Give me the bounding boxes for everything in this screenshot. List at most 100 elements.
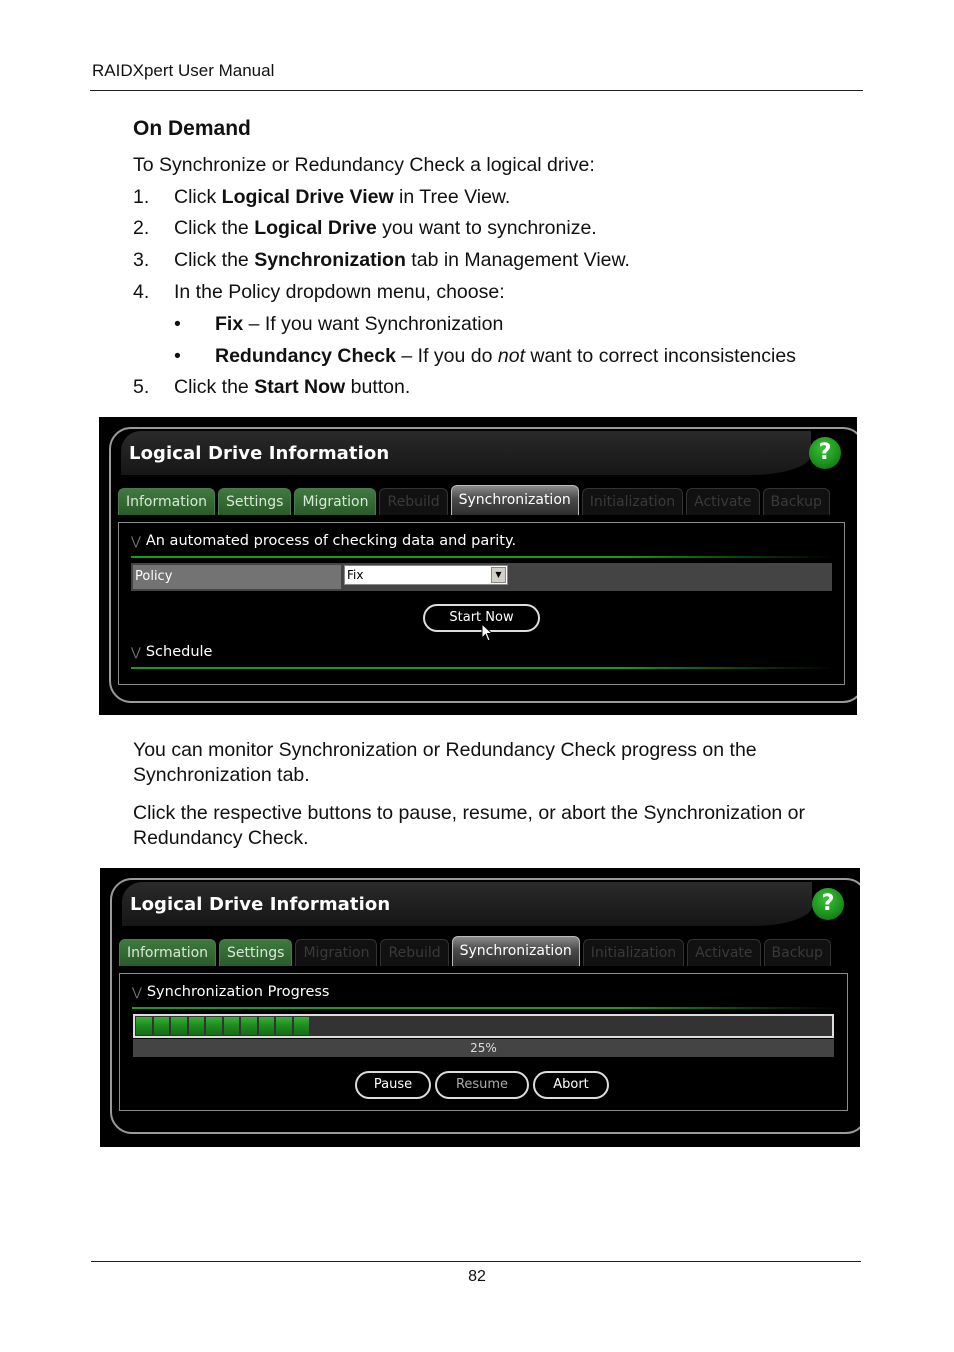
tab-settings[interactable]: Settings (219, 939, 293, 966)
progress-bar (133, 1014, 834, 1038)
logical-drive-panel: Logical Drive Information ? Information … (109, 427, 857, 703)
footer-divider (91, 1261, 861, 1262)
step-text-bold: Start Now (254, 376, 346, 398)
panel-title: Logical Drive Information (129, 443, 390, 464)
progress-segment (171, 1017, 187, 1035)
chevron-down-icon: ⋁ (131, 534, 141, 548)
mouse-cursor-icon (481, 623, 494, 642)
policy-dropdown[interactable]: Fix ▼ (344, 565, 508, 585)
section-header-progress[interactable]: ⋁ Synchronization Progress (132, 984, 329, 1000)
tab-activate: Activate (686, 488, 760, 515)
tab-backup: Backup (763, 939, 831, 966)
progress-segment (276, 1017, 292, 1035)
bullet-text: Redundancy Check – If you do not want to… (215, 345, 796, 368)
step-text-post: in Tree View. (393, 186, 511, 208)
step-text-bold: Logical Drive View (221, 186, 394, 208)
tab-rebuild: Rebuild (380, 939, 449, 966)
tab-information[interactable]: Information (118, 488, 216, 515)
intro-text: To Synchronize or Redundancy Check a log… (133, 154, 595, 176)
step-text-bold: Synchronization (254, 249, 406, 271)
tab-bar: Information Settings Migration Rebuild S… (118, 485, 830, 515)
sync-progress-content: ⋁ Synchronization Progress 25% Pause Resu… (119, 973, 848, 1111)
tab-settings[interactable]: Settings (218, 488, 292, 515)
progress-segment (223, 1017, 239, 1035)
progress-segment (153, 1017, 169, 1035)
step-text-post: button. (345, 376, 411, 398)
tab-bar: Information Settings Migration Rebuild S… (119, 936, 831, 966)
help-icon[interactable]: ? (812, 888, 844, 920)
progress-segment (206, 1017, 222, 1035)
tab-synchronization[interactable]: Synchronization (450, 485, 579, 515)
step-text: In the Policy dropdown menu, choose: (174, 281, 505, 303)
bullet-text: Fix – If you want Synchronization (215, 313, 503, 336)
progress-segment (136, 1017, 152, 1035)
abort-button[interactable]: Abort (533, 1071, 609, 1099)
page-number: 82 (468, 1268, 486, 1285)
section-header-text: Synchronization Progress (146, 984, 330, 1000)
pause-button[interactable]: Pause (355, 1071, 431, 1099)
step-text: Click Logical Drive View in Tree View. (174, 186, 510, 209)
step-text-pre: Click the (174, 217, 255, 239)
step-text: Click the Logical Drive you want to sync… (174, 217, 597, 240)
step-number: 2. (133, 217, 150, 239)
tab-synchronization[interactable]: Synchronization (451, 936, 580, 966)
progress-percent-label: 25% (133, 1039, 834, 1057)
tab-migration[interactable]: Migration (294, 488, 377, 515)
section-divider (131, 556, 832, 558)
step-text: Click the Start Now button. (174, 376, 410, 399)
chevron-down-icon: ⋁ (131, 645, 141, 659)
bullet-text-post: want to correct inconsistencies (524, 345, 796, 367)
section-divider (132, 1007, 835, 1009)
section-header-text: An automated process of checking data an… (145, 533, 517, 549)
tab-initialization: Initialization (582, 939, 685, 966)
progress-fill (136, 1017, 309, 1035)
section-divider (131, 667, 832, 669)
panel-title: Logical Drive Information (130, 894, 391, 915)
section-header-schedule[interactable]: ⋁ Schedule (131, 644, 212, 660)
paragraph-controls: Click the respective buttons to pause, r… (133, 802, 806, 849)
progress-segment (188, 1017, 204, 1035)
screenshot-sync-progress: Logical Drive Information ? Information … (100, 868, 860, 1147)
bullet-symbol: • (174, 313, 181, 335)
tab-activate: Activate (687, 939, 761, 966)
step-text-pre: Click the (174, 249, 255, 271)
resume-button[interactable]: Resume (435, 1071, 529, 1099)
step-number: 4. (133, 281, 150, 303)
bullet-text-pre: – If you want Synchronization (243, 313, 504, 335)
sync-content: ⋁ An automated process of checking data a… (118, 522, 845, 685)
dropdown-arrow-icon[interactable]: ▼ (491, 567, 506, 583)
help-icon[interactable]: ? (809, 437, 841, 469)
policy-label: Policy (133, 565, 341, 589)
bullet-symbol: • (174, 345, 181, 367)
running-header: RAIDXpert User Manual (92, 61, 275, 80)
header-divider (90, 90, 863, 91)
section-header-description[interactable]: ⋁ An automated process of checking data a… (131, 533, 516, 549)
step-text-bold: Logical Drive (254, 217, 377, 239)
tab-initialization: Initialization (581, 488, 684, 515)
step-number: 1. (133, 186, 150, 208)
section-title: On Demand (133, 117, 251, 140)
bullet-text-pre: – If you do (395, 345, 498, 367)
progress-segment (241, 1017, 257, 1035)
step-number: 3. (133, 249, 150, 271)
tab-rebuild: Rebuild (379, 488, 448, 515)
logical-drive-panel: Logical Drive Information ? Information … (110, 878, 860, 1134)
step-number: 5. (133, 376, 150, 398)
section-header-text: Schedule (145, 644, 213, 660)
tab-migration: Migration (295, 939, 378, 966)
bullet-text-bold: Fix (215, 313, 244, 335)
tab-information[interactable]: Information (119, 939, 217, 966)
screenshot-start-sync: Logical Drive Information ? Information … (99, 417, 857, 715)
step-text-pre: Click (174, 186, 222, 208)
progress-segment (258, 1017, 274, 1035)
step-text-post: you want to synchronize. (376, 217, 597, 239)
step-text: Click the Synchronization tab in Managem… (174, 249, 630, 272)
progress-segment (293, 1017, 309, 1035)
bullet-text-bold: Redundancy Check (215, 345, 396, 367)
bullet-text-italic: not (497, 345, 525, 367)
paragraph-monitor: You can monitor Synchronization or Redun… (133, 739, 757, 786)
policy-selected-value: Fix (347, 568, 364, 582)
chevron-down-icon: ⋁ (132, 985, 142, 999)
step-text-post: tab in Management View. (405, 249, 630, 271)
policy-row: Policy Fix ▼ (131, 563, 832, 591)
